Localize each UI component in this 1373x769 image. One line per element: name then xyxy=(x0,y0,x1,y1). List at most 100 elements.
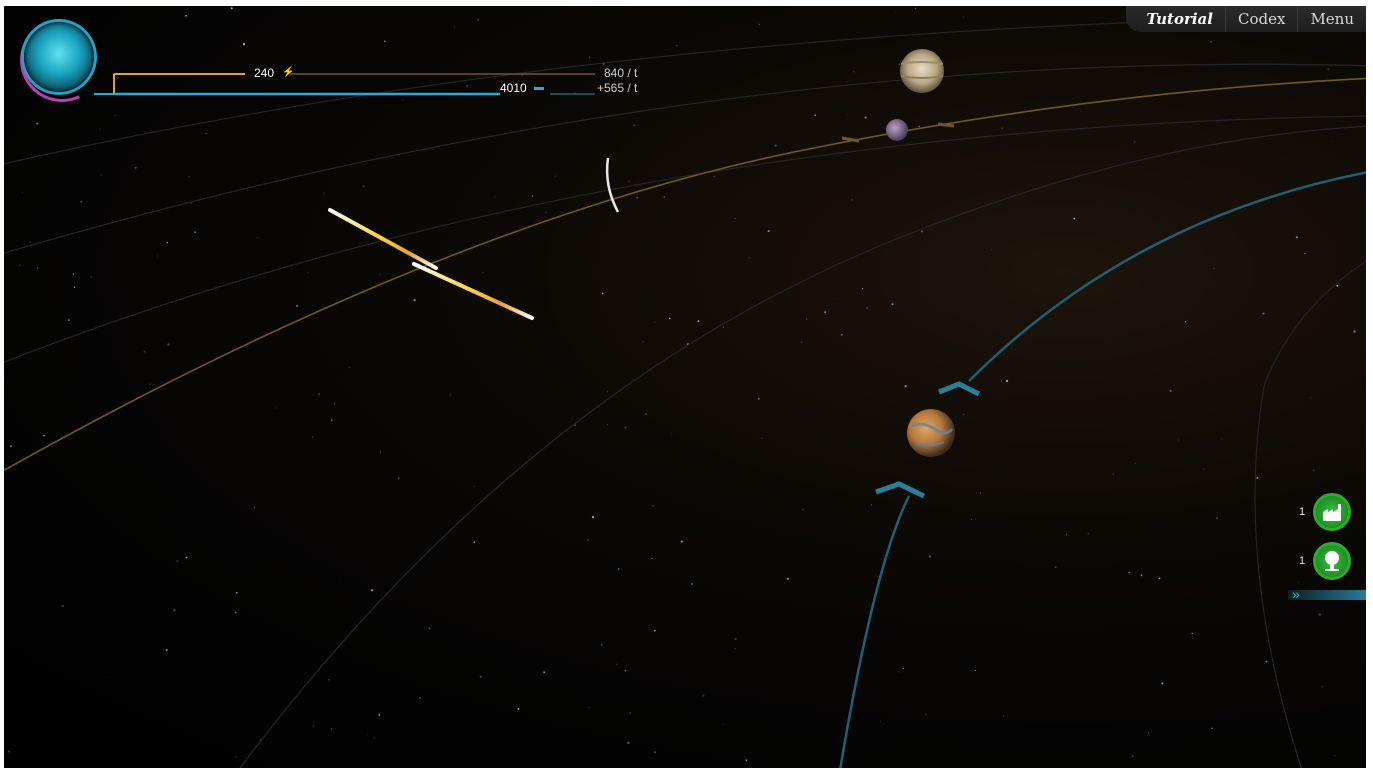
factory-count: 1 xyxy=(1299,506,1306,518)
star xyxy=(29,241,32,243)
star xyxy=(176,560,179,563)
star xyxy=(871,504,873,506)
star xyxy=(362,185,365,188)
star xyxy=(653,751,657,754)
planet-jupiter[interactable] xyxy=(900,49,944,93)
star xyxy=(1318,613,1321,616)
star xyxy=(99,128,101,130)
orbit-line-blue xyxy=(839,171,1366,768)
star xyxy=(918,125,920,128)
star xyxy=(419,696,421,699)
star xyxy=(1080,109,1082,111)
star xyxy=(979,492,982,494)
star xyxy=(1158,577,1161,580)
star xyxy=(629,712,631,715)
star xyxy=(864,116,867,119)
star xyxy=(1140,574,1143,577)
comet-streak-1[interactable] xyxy=(328,208,438,270)
star xyxy=(1096,319,1098,321)
orbit-marker-blue-bottom xyxy=(875,481,926,499)
star xyxy=(366,734,368,736)
codex-button[interactable]: Codex xyxy=(1224,6,1297,32)
star xyxy=(1184,320,1187,323)
star xyxy=(1334,755,1336,757)
star xyxy=(618,568,620,570)
star xyxy=(734,637,737,641)
star xyxy=(242,43,246,46)
star xyxy=(1304,252,1306,255)
star xyxy=(571,418,573,420)
star xyxy=(371,589,374,592)
star xyxy=(330,419,333,422)
starfield xyxy=(4,6,1356,768)
star xyxy=(1005,379,1009,383)
star xyxy=(663,196,665,198)
star xyxy=(865,306,869,310)
star xyxy=(668,317,671,320)
star xyxy=(894,11,896,13)
star xyxy=(383,40,386,43)
tutorial-button[interactable]: Tutorial xyxy=(1134,6,1225,32)
star xyxy=(554,175,557,177)
star xyxy=(713,175,715,177)
star xyxy=(1131,755,1134,758)
star xyxy=(806,318,808,320)
star xyxy=(165,648,168,652)
side-panel-toggle[interactable]: » xyxy=(1288,586,1366,602)
star xyxy=(379,274,381,276)
star xyxy=(589,56,590,58)
star xyxy=(348,366,350,368)
star xyxy=(851,199,853,201)
star xyxy=(473,541,476,543)
star xyxy=(21,192,23,194)
star xyxy=(166,242,168,244)
star xyxy=(341,373,343,375)
star xyxy=(317,393,321,396)
star xyxy=(898,63,901,66)
star xyxy=(587,539,590,541)
factory-icon xyxy=(1323,504,1341,521)
star xyxy=(963,16,965,18)
star xyxy=(205,133,207,135)
energy-value: 240 xyxy=(254,66,275,80)
planet-avatar-icon[interactable] xyxy=(24,22,94,92)
star xyxy=(333,402,336,405)
comet-streak-2[interactable] xyxy=(412,262,534,320)
star xyxy=(971,519,973,520)
star xyxy=(36,122,39,125)
planet-mars[interactable] xyxy=(907,409,955,457)
star xyxy=(73,286,76,288)
star xyxy=(532,195,534,197)
star xyxy=(543,671,546,674)
star xyxy=(1213,267,1215,270)
tree-button[interactable] xyxy=(1313,542,1351,580)
star xyxy=(607,391,609,393)
menu-button[interactable]: Menu xyxy=(1297,6,1366,32)
star xyxy=(1265,660,1268,663)
game-viewport[interactable]: 240 ⚡ 840 / t 4010 ▬ +565 / t Tutorial C… xyxy=(4,6,1366,768)
star xyxy=(545,211,547,214)
star xyxy=(379,451,381,453)
star xyxy=(757,397,760,400)
star xyxy=(651,557,653,560)
star xyxy=(1353,330,1356,333)
solar-system-map[interactable] xyxy=(4,6,1366,768)
star xyxy=(4,376,5,378)
orbit-line-gold xyxy=(4,77,1366,472)
planet-moon[interactable] xyxy=(886,119,908,141)
top-menu: Tutorial Codex Menu xyxy=(1126,6,1366,32)
factory-button[interactable] xyxy=(1313,493,1351,531)
star xyxy=(397,477,400,479)
star xyxy=(157,255,158,257)
star xyxy=(654,321,656,323)
star xyxy=(880,721,881,722)
star xyxy=(1256,476,1259,479)
star xyxy=(307,272,309,274)
energy-rate: 840 / t xyxy=(604,66,638,80)
star xyxy=(636,196,639,199)
star xyxy=(482,272,484,274)
star xyxy=(296,304,298,307)
star xyxy=(373,737,375,739)
star xyxy=(748,257,750,259)
star xyxy=(100,174,102,176)
